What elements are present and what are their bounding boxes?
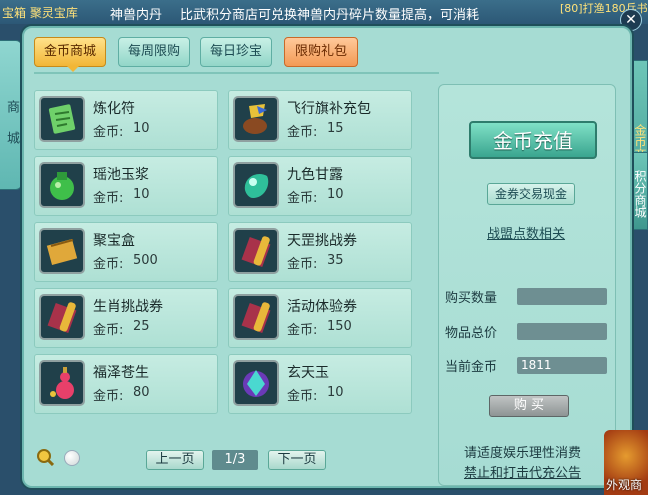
buy-quantity-input[interactable] xyxy=(517,288,607,305)
item-price-label: 金币: xyxy=(93,323,124,338)
search-icon[interactable] xyxy=(36,448,54,466)
shop-item[interactable]: 生肖挑战券 金币: 25 xyxy=(34,288,218,348)
item-name: 天罡挑战券 xyxy=(287,233,357,249)
scroll-icon xyxy=(39,294,85,340)
shop-item[interactable]: 瑶池玉浆 金币: 10 xyxy=(34,156,218,216)
item-price-label: 金币: xyxy=(287,257,318,272)
item-price-label: 金币: xyxy=(93,389,124,404)
item-name: 瑶池玉浆 xyxy=(93,167,149,183)
item-price-label: 金币: xyxy=(287,191,318,206)
item-price: 80 xyxy=(133,385,150,400)
tab-limited-gift[interactable]: 限购礼包 xyxy=(284,37,358,67)
shop-item[interactable]: 天罡挑战券 金币: 35 xyxy=(228,222,412,282)
item-price: 500 xyxy=(133,253,158,268)
gold-recharge-button[interactable]: 金币充值 xyxy=(469,121,597,159)
alliance-points-link[interactable]: 战盟点数相关 xyxy=(487,223,565,242)
item-price-label: 金币: xyxy=(93,191,124,206)
item-name: 飞行旗补充包 xyxy=(287,101,371,117)
gourd-icon xyxy=(39,360,85,406)
scroll-icon xyxy=(233,228,279,274)
current-gold-label: 当前金币 xyxy=(445,360,498,375)
shop-item[interactable]: 炼化符 金币: 10 xyxy=(34,90,218,150)
item-name: 玄天玉 xyxy=(287,365,329,381)
tab-gold-mall[interactable]: 金币商城 xyxy=(34,37,106,72)
item-price: 10 xyxy=(133,121,150,136)
item-price-label: 金币: xyxy=(287,323,318,338)
item-price-label: 金币: xyxy=(93,257,124,272)
item-name: 福泽苍生 xyxy=(93,365,149,381)
treasure-box-icon xyxy=(39,228,85,274)
appearance-shop-label: 外观商 xyxy=(606,478,643,492)
flag-bag-icon xyxy=(233,96,279,142)
shop-item[interactable]: 活动体验券 金币: 150 xyxy=(228,288,412,348)
item-name: 炼化符 xyxy=(93,101,135,117)
shop-item[interactable]: 聚宝盒 金币: 500 xyxy=(34,222,218,282)
side-tab-mall[interactable]: 商城 xyxy=(0,40,22,190)
shop-item[interactable]: 九色甘露 金币: 10 xyxy=(228,156,412,216)
item-price-label: 金币: xyxy=(93,125,124,140)
prev-page-button[interactable]: 上一页 xyxy=(146,450,204,470)
purchase-panel: 金币充值 金券交易现金 战盟点数相关 购买数量 物品总价 当前金币 1811 购… xyxy=(438,84,616,486)
item-name: 生肖挑战券 xyxy=(93,299,163,315)
appearance-shop-button[interactable]: 外观商 xyxy=(604,430,648,495)
shop-item[interactable]: 飞行旗补充包 金币: 15 xyxy=(228,90,412,150)
shop-panel: 金币商城 每周限购 每日珍宝 限购礼包 炼化符 金币: 10 飞行旗补充包 金币… xyxy=(22,26,632,488)
side-tab-points-mall[interactable]: 积分商城 xyxy=(632,152,648,230)
item-price: 10 xyxy=(327,187,344,202)
gold-voucher-exchange-button[interactable]: 金券交易现金 xyxy=(487,183,575,205)
item-price: 25 xyxy=(133,319,150,334)
item-name: 活动体验券 xyxy=(287,299,357,315)
current-gold-field: 1811 xyxy=(517,357,607,374)
item-price: 15 xyxy=(327,121,344,136)
tab-divider xyxy=(34,72,439,74)
banner-ticker: 神兽内丹 比武积分商店可兑换神兽内丹碎片数量提高，可消耗 xyxy=(110,4,497,23)
item-price-label: 金币: xyxy=(287,389,318,404)
item-name: 九色甘露 xyxy=(287,167,343,183)
item-price: 150 xyxy=(327,319,352,334)
item-price: 35 xyxy=(327,253,344,268)
page-indicator: 1/3 xyxy=(212,450,258,470)
scroll-icon xyxy=(233,294,279,340)
item-price-label: 金币: xyxy=(287,125,318,140)
close-icon: ✕ xyxy=(625,12,637,28)
tab-weekly-limit[interactable]: 每周限购 xyxy=(118,37,190,67)
jade-crystal-icon xyxy=(233,360,279,406)
shop-item[interactable]: 玄天玉 金币: 10 xyxy=(228,354,412,414)
buy-quantity-label: 购买数量 xyxy=(445,291,498,306)
jade-pot-icon xyxy=(39,162,85,208)
tab-daily-treasure[interactable]: 每日珍宝 xyxy=(200,37,272,67)
banner-ticker-text-2: 比武积分商店可兑换神兽内丹碎片数量提高，可消耗 xyxy=(180,8,480,23)
banner-left-fragment: 宝箱 聚灵宝库 xyxy=(2,6,78,20)
announcement-banner: 宝箱 聚灵宝库 神兽内丹 比武积分商店可兑换神兽内丹碎片数量提高，可消耗 [80]… xyxy=(0,0,648,24)
toggle-dot[interactable] xyxy=(64,450,80,466)
banner-ticker-text-1: 神兽内丹 xyxy=(110,8,163,23)
item-price: 10 xyxy=(133,187,150,202)
anti-proxy-recharge-notice-link[interactable]: 禁止和打击代充公告 xyxy=(464,462,581,481)
total-price-field xyxy=(517,323,607,340)
shop-item[interactable]: 福泽苍生 金币: 80 xyxy=(34,354,218,414)
consumption-notice: 请适度娱乐理性消费 xyxy=(464,446,582,461)
buy-button[interactable]: 购 买 xyxy=(489,395,569,417)
item-price: 10 xyxy=(327,385,344,400)
talisman-icon xyxy=(39,96,85,142)
next-page-button[interactable]: 下一页 xyxy=(268,450,326,470)
item-name: 聚宝盒 xyxy=(93,233,135,249)
dew-gem-icon xyxy=(233,162,279,208)
total-price-label: 物品总价 xyxy=(445,326,498,341)
